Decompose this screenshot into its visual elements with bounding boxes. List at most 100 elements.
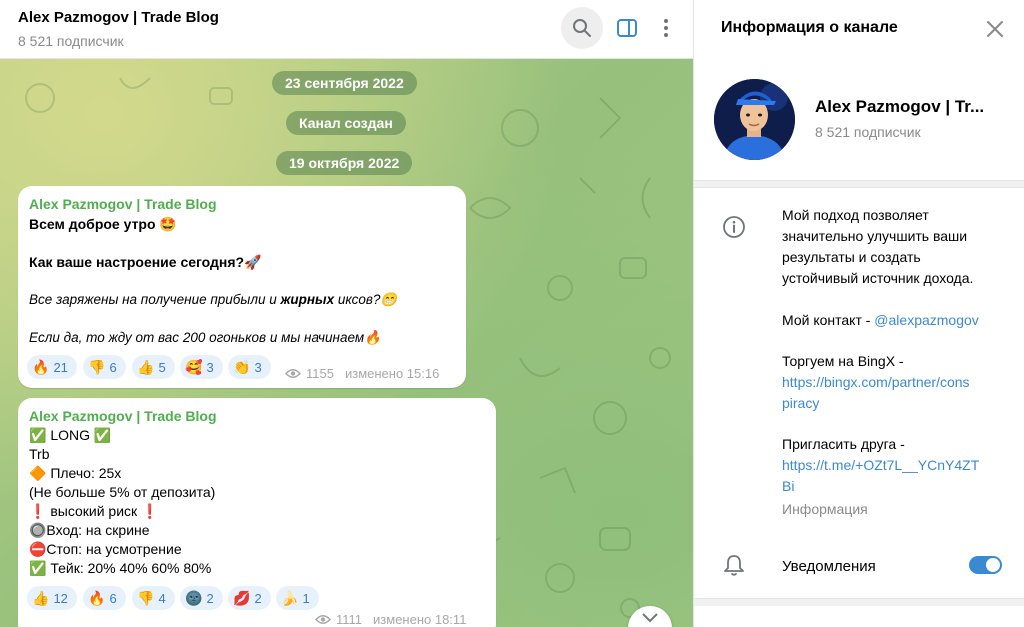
message-text: Trb <box>29 446 50 462</box>
info-icon <box>723 216 745 238</box>
reaction-emoji: 🔥 <box>32 358 50 375</box>
reaction-chip[interactable]: 🔥 21 <box>27 355 77 379</box>
reaction-emoji: 🔥 <box>88 589 106 606</box>
channel-subscribers: 8 521 подписчик <box>815 124 921 140</box>
message-text: Всем доброе утро 🤩 <box>29 216 177 232</box>
reaction-chip[interactable]: 👍 5 <box>132 355 175 379</box>
message-author[interactable]: Alex Pazmogov | Trade Blog <box>29 196 217 212</box>
message-bubble[interactable]: Alex Pazmogov | Trade Blog ✅ LONG ✅ Trb … <box>18 398 496 627</box>
reaction-count: 21 <box>53 359 68 375</box>
reaction-chip[interactable]: 👎 6 <box>83 355 126 379</box>
reaction-emoji: 🍌 <box>281 589 299 606</box>
reaction-count: 12 <box>53 590 68 606</box>
channel-subscribers: 8 521 подписчик <box>18 33 124 49</box>
description-line: значительно улучшить ваши <box>782 228 968 244</box>
view-count: 1155 <box>306 366 334 381</box>
message-text: 🔘Вход: на скрине <box>29 522 150 538</box>
chevron-down-icon <box>642 613 658 623</box>
close-icon <box>987 21 1003 37</box>
invite-label: Пригласить друга - <box>782 436 905 452</box>
panel-title: Информация о канале <box>721 19 898 36</box>
bell-icon <box>724 555 744 576</box>
info-caption: Информация <box>782 501 868 517</box>
date-pill: 23 сентября 2022 <box>272 71 417 95</box>
toggle-knob <box>986 558 1000 572</box>
reaction-chip[interactable]: 🔥 6 <box>83 586 126 610</box>
eye-icon <box>285 369 301 378</box>
message-meta: 1155 изменено 15:16 <box>285 366 439 381</box>
description-line: устойчивый источник дохода. <box>782 270 974 286</box>
reaction-chip[interactable]: 👍 12 <box>27 586 77 610</box>
search-icon <box>573 19 591 37</box>
edited-time: изменено 18:11 <box>373 612 467 627</box>
reaction-count: 2 <box>206 590 214 606</box>
channel-title[interactable]: Alex Pazmogov | Trade Blog <box>18 9 219 26</box>
bingx-link[interactable]: piracy <box>782 395 819 411</box>
reaction-count: 6 <box>109 590 117 606</box>
reaction-emoji: 🌚 <box>185 589 203 606</box>
more-vertical-icon <box>664 19 668 37</box>
reaction-chip[interactable]: 💋 2 <box>228 586 271 610</box>
search-button[interactable] <box>561 7 603 49</box>
message-author[interactable]: Alex Pazmogov | Trade Blog <box>29 408 217 424</box>
eye-icon <box>315 615 331 624</box>
reaction-emoji: 💋 <box>233 589 251 606</box>
message-text: Как ваше настроение сегодня?🚀 <box>29 254 262 270</box>
reaction-emoji: 🥰 <box>185 358 203 375</box>
message-text: Если да, то жду от вас 200 огоньков и мы… <box>29 330 381 345</box>
view-count: 1111 <box>336 612 363 627</box>
service-message: Канал создан <box>286 111 406 135</box>
message-text: ⛔Стоп: на усмотрение <box>29 541 182 557</box>
reaction-chip[interactable]: 👏 3 <box>228 355 271 379</box>
text-fragment: Все заряжены на получение прибыли и <box>29 292 281 307</box>
avatar[interactable] <box>714 79 795 160</box>
message-bubble[interactable]: Alex Pazmogov | Trade Blog Всем доброе у… <box>18 186 466 388</box>
message-text: Все заряжены на получение прибыли и жирн… <box>29 292 397 308</box>
chat-area: Alex Pazmogov | Trade Blog 8 521 подписч… <box>0 0 693 627</box>
invite-link[interactable]: https://t.me/+OZt7L__YCnY4ZT <box>782 457 979 473</box>
reaction-count: 2 <box>254 590 262 606</box>
bingx-link[interactable]: https://bingx.com/partner/cons <box>782 374 970 390</box>
reaction-count: 3 <box>206 359 214 375</box>
reaction-chip[interactable]: 🍌 1 <box>276 586 319 610</box>
invite-link[interactable]: Bi <box>782 478 794 494</box>
close-panel-button[interactable] <box>984 18 1006 40</box>
message-text: ❗ высокий риск ❗ <box>29 503 159 519</box>
reaction-emoji: 👏 <box>233 358 251 375</box>
reaction-count: 4 <box>158 590 166 606</box>
bold-text: жирных <box>280 292 335 307</box>
message-text: 🔶 Плечо: 25x <box>29 465 122 481</box>
message-meta: 1111 изменено 18:11 <box>315 612 466 627</box>
scroll-to-bottom-button[interactable] <box>628 606 672 627</box>
channel-name: Alex Pazmogov | Tr... <box>815 97 985 116</box>
description-line: Мой подход позволяет <box>782 207 929 223</box>
toggle-info-panel-button[interactable] <box>606 7 648 49</box>
chat-wallpaper: 23 сентября 2022 Канал создан 19 октября… <box>0 58 693 627</box>
reaction-chip[interactable]: 🥰 3 <box>180 355 223 379</box>
reaction-emoji: 👍 <box>137 358 155 375</box>
contact-link[interactable]: @alexpazmogov <box>874 312 979 328</box>
reaction-chip[interactable]: 🌚 2 <box>180 586 223 610</box>
reaction-count: 1 <box>302 590 310 606</box>
divider <box>694 598 1024 606</box>
bingx-label: Торгуем на BingX - <box>782 353 904 369</box>
channel-info-panel: Информация о канале Alex Pazmogov | Tr..… <box>693 0 1024 627</box>
reaction-emoji: 👎 <box>137 589 155 606</box>
reaction-count: 3 <box>254 359 262 375</box>
text-fragment: иксов?😁 <box>334 292 398 307</box>
reaction-emoji: 👍 <box>32 589 50 606</box>
description-line: результаты и создать <box>782 249 921 265</box>
contact-label: Мой контакт - <box>782 312 875 328</box>
notifications-toggle[interactable] <box>969 556 1002 574</box>
edited-time: изменено 15:16 <box>344 366 440 381</box>
reaction-emoji: 👎 <box>88 358 106 375</box>
date-pill: 19 октября 2022 <box>276 151 413 175</box>
chat-header[interactable]: Alex Pazmogov | Trade Blog 8 521 подписч… <box>0 0 693 59</box>
divider <box>694 180 1024 188</box>
message-text: (Не больше 5% от депозита) <box>29 484 216 500</box>
more-menu-button[interactable] <box>645 7 687 49</box>
reaction-count: 5 <box>158 359 166 375</box>
reaction-chip[interactable]: 👎 4 <box>132 586 175 610</box>
channel-avatar-image <box>714 79 795 160</box>
reaction-count: 6 <box>109 359 117 375</box>
